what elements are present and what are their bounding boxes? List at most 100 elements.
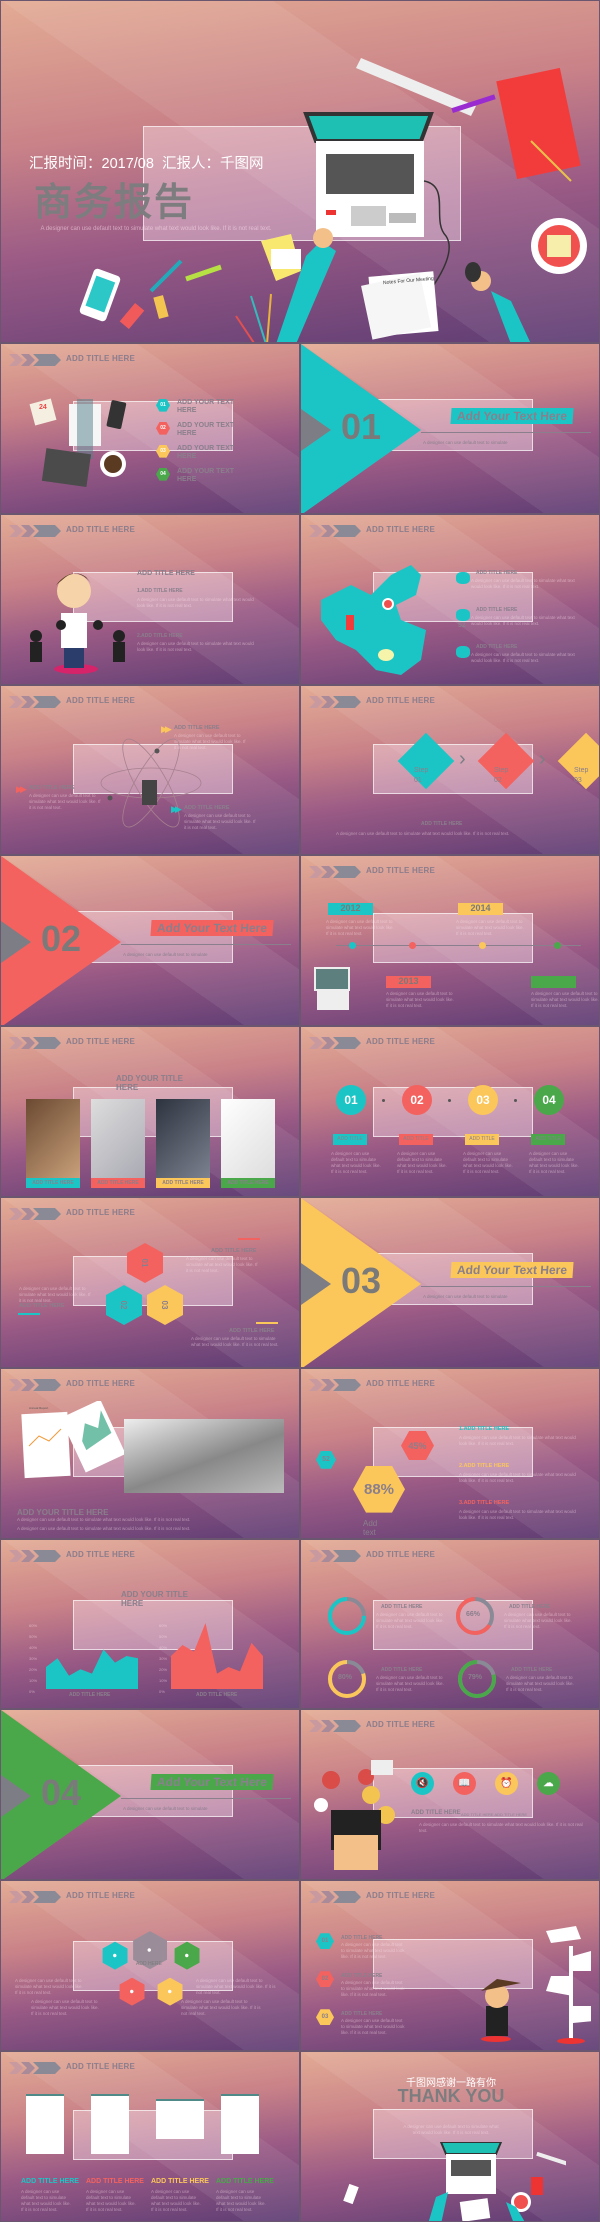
stat-item-title: 2.ADD TITLE HERE [459,1462,510,1469]
number-circle: 02 [402,1085,432,1116]
slide-6-atom[interactable]: ADD TITLE HERE ▶▶ ADD TITLE HERE A designer… [0,684,300,856]
slide-2-list[interactable]: ADD TITLE HERE 24 01 ADD YOUR TEXT HERE 02 AD… [0,343,300,514]
timeline-line [336,945,581,947]
doc-title: Annual Report [29,1405,49,1410]
chevron-right-icon: › [459,747,466,770]
calendar-day: 24 [39,404,47,411]
body-text: A designer can use default text to simul… [341,1980,405,1998]
slide-5-map[interactable]: ADD TITLE HERE ADD TITLE HERE A designer c… [300,513,600,685]
step-label: Step 03 [574,766,589,784]
slide-7-steps[interactable]: ADD TITLE HERE Step 01 › Step 02 › Step 03 ADD… [300,684,600,856]
icons-caption: ADD TITLE HERE [411,1810,461,1817]
slide-header-title: ADD TITLE HERE [66,524,136,534]
divider-line [121,944,291,946]
donut-label: 66% [466,1610,481,1618]
body-text: A designer can use default text to simul… [471,651,575,663]
slide-11-circles[interactable]: ADD TITLE HERE 01 ADD TITLE A designer can … [300,1026,600,1197]
infographic-card [221,2094,259,2154]
chart-caption: ADD TITLE HERE [69,1691,111,1698]
slide-header-title: ADD TITLE HERE [366,695,436,705]
list-item-label: ADD YOUR TEXT HERE [177,399,235,414]
axis-tick: 30% [159,1655,168,1661]
breadcrumb-chevrons-icon [309,1378,361,1391]
doc-caption: ADD TITLE HERE [86,2178,144,2185]
plate-icon [531,218,587,274]
breadcrumb-chevrons-icon [9,1378,61,1391]
hex-title: ADD TITLE HERE [211,1248,257,1254]
body-text: A designer can use default text to simul… [29,792,101,810]
slide-header-title: ADD TITLE HERE [366,1891,436,1901]
region-icon [456,645,470,658]
photo-caption: ADD TITLE HERE [26,1178,80,1189]
slide-header-title: ADD TITLE HERE [66,1037,136,1047]
photo [91,1099,145,1180]
cover-slide[interactable]: 汇报时间：2017/08 汇报人：千图网 商务报告 A designer can… [0,0,600,343]
section-number: 02 [41,918,82,960]
icons-sub: ADD TITLE HERE ADD TITLE HERE [461,1812,528,1818]
slide-20-hexicons[interactable]: ADD TITLE HERE ● ● ● ● ● ADD HERE A designer ca… [0,1880,300,2051]
thanks-english: THANK YOU [397,2086,505,2106]
photo [156,1099,210,1180]
slide-16-areas[interactable]: ADD TITLE HERE ADD YOUR TITLE HERE 60% 60% 5… [0,1538,300,1710]
body-text: A designer can use default text to simul… [216,2189,266,2212]
slide-4-person[interactable]: ADD TITLE HERE ADD TITLE HERE 1.ADD TITLE … [0,513,300,685]
slide-3-section[interactable]: 01 Add Your Text Here A designer can use d… [300,343,600,514]
slide-header-title: ADD TITLE HERE [366,866,436,876]
content-item: 1.ADD TITLE HERE [137,587,183,594]
slide-9-timeline[interactable]: ADD TITLE HERE 2012 A designer can use def… [300,855,600,1027]
usb-icon [119,295,169,330]
item-title: ADD TITLE HERE [174,724,220,731]
cloud-rain-icon: ☁ [537,1772,560,1796]
slide-22-docs[interactable]: ADD TITLE HERE ADD TITLE HERE A designer c… [0,2051,300,2222]
axis-tick: 10% [159,1677,168,1683]
double-chevron-icon: ▶▶ [171,803,182,814]
body-text: A designer can use default text to simul… [386,991,454,1009]
slide-header-title: ADD TITLE HERE [66,1549,136,1559]
region-icon [456,571,470,584]
slide-12-hexes[interactable]: ADD TITLE HERE 01 02 03 ADD TITLE HERE A desi… [0,1197,300,1368]
breadcrumb-chevrons-icon [9,695,61,708]
slide-14-report[interactable]: ADD TITLE HERE Annual Report ADD YOUR TITL… [0,1367,300,1539]
slide-23-thanks[interactable]: 千图网感谢一路有你 THANK YOU A designer can use def… [300,2051,600,2222]
slide-19-icons[interactable]: ADD TITLE HERE 🔇 📖 ⏰ ☁ ADD TITLE HERE ADD TITL… [300,1709,600,1881]
slide-8-section[interactable]: 02 Add Your Text Here A designer can use d… [0,855,300,1027]
body-text: A designer can use default text to simul… [471,614,575,626]
map-item-title: ADD TITLE HERE [476,569,518,576]
slide-17-donuts[interactable]: ADD TITLE HERE ADD TITLE HERE A designer c… [300,1538,600,1710]
steps-caption: ADD TITLE HERE [421,820,463,827]
donut-chart [326,1658,368,1705]
slide-10-photos[interactable]: ADD TITLE HERE ADD YOUR TITLE HERE ADD TIT… [0,1026,300,1197]
slide-13-section[interactable]: 03 Add Your Text Here A designer can use d… [300,1197,600,1368]
hex-number: 02 [316,1971,334,1988]
double-chevron-icon: ▶▶ [16,783,27,794]
body-text: A designer can use default text to simul… [137,640,254,652]
body-text: A designer can use default text to simul… [403,2124,499,2135]
year-label: 2014 [458,903,503,916]
laptop-icon [313,966,358,1016]
slide-15-stats[interactable]: ADD TITLE HERE 52 45% 88% Add text 1.ADD TITL… [300,1367,600,1539]
phone-icon [79,268,121,322]
area-series [46,1648,138,1689]
section-number: 03 [341,1260,382,1301]
region-icon [456,608,470,621]
axis-tick: 20% [29,1666,38,1672]
section-label: Add Your Text Here [150,920,274,937]
body-text: A designer can use default text to simul… [15,1978,83,1996]
axis-tick: 0% [29,1688,35,1694]
timeline-dot [554,942,561,950]
doc-caption: ADD TITLE HERE [151,2178,209,2185]
pencils-icon [235,293,272,342]
slide-18-section[interactable]: 04 Add Your Text Here A designer can use d… [0,1709,300,1881]
sticky-notes-icon [261,234,301,281]
slide-21-signpost[interactable]: ADD TITLE HERE 01 ADD TITLE HERE A designer… [300,1880,600,2051]
list-number-badge: 04 [156,468,170,481]
donut-label: 80% [338,1673,353,1681]
body-text: A designer can use default text to simul… [459,1508,576,1520]
section-description: A designer can use default text to simul… [423,1294,508,1299]
axis-tick: 50% [29,1633,38,1639]
body-text: A designer can use default text to simul… [336,830,510,836]
donut-title: ADD TITLE HERE [381,1603,423,1610]
body-text: A designer can use default text to simul… [137,596,254,608]
body-text: A designer can use default text to simul… [397,1151,447,1175]
content-title: ADD YOUR TITLE HERE [17,1507,109,1517]
